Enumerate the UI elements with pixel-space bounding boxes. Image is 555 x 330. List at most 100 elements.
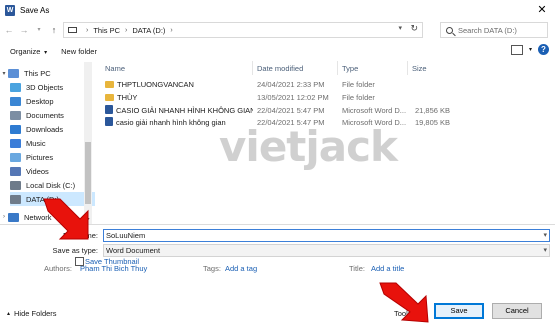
column-header-type[interactable]: Type [342, 60, 358, 76]
save-thumbnail-label[interactable]: Save Thumbnail [85, 257, 139, 266]
authors-label: Authors: [44, 264, 72, 273]
column-header-date[interactable]: Date modified [257, 60, 303, 76]
close-icon[interactable]: ✕ [535, 3, 549, 17]
chevron-up-icon: ▴ [7, 311, 11, 317]
help-icon[interactable]: ? [538, 44, 549, 55]
nav-item-documents[interactable]: Documents [10, 108, 95, 122]
file-row[interactable]: CASIO GIẢI NHANH HÌNH KHÔNG GIAN... 22/0… [97, 105, 537, 117]
videos-icon [10, 166, 21, 176]
hide-folders-label: Hide Folders [14, 309, 57, 318]
expand-chevron-icon[interactable]: › [0, 214, 8, 220]
up-arrow-icon[interactable]: ↑ [48, 24, 60, 36]
view-chevron-icon[interactable]: ▾ [529, 46, 532, 53]
window-title: Save As [20, 5, 50, 15]
drive-icon [10, 180, 21, 190]
organize-button[interactable]: Organize ▾ [10, 47, 47, 56]
column-header-size[interactable]: Size [412, 60, 427, 76]
music-icon [10, 138, 21, 148]
nav-item-videos[interactable]: Videos [10, 164, 95, 178]
nav-label: Local Disk (C:) [26, 180, 76, 190]
file-name: THÙY [117, 93, 138, 102]
file-name-cell: THÙY [105, 92, 253, 104]
nav-item-music[interactable]: Music [10, 136, 95, 150]
file-size: 21,856 KB [414, 106, 450, 115]
network-icon [8, 212, 19, 222]
title-label: Title: [349, 264, 365, 273]
nav-label: This PC [24, 68, 51, 78]
file-name-field[interactable]: SoLuuNiem ▾ [103, 229, 550, 242]
save-type-value: Word Document [106, 246, 161, 255]
nav-item-local-disk-c[interactable]: Local Disk (C:) [10, 178, 95, 192]
nav-label: Music [26, 138, 46, 148]
recent-locations-chevron-icon[interactable]: ▾ [33, 24, 45, 36]
watermark: vietjack [219, 122, 398, 171]
cancel-button[interactable]: Cancel [492, 303, 542, 319]
computer-icon [8, 68, 19, 78]
save-thumbnail-checkbox[interactable] [75, 257, 84, 266]
file-date: 22/04/2021 5:47 PM [257, 106, 325, 115]
nav-label: 3D Objects [26, 82, 64, 92]
breadcrumb-chevron-icon[interactable]: › [170, 27, 172, 34]
back-arrow-icon[interactable]: ← [3, 24, 15, 36]
arrow-shape [379, 282, 429, 323]
column-divider[interactable] [407, 61, 408, 75]
word-doc-icon [105, 105, 113, 114]
nav-label: Desktop [26, 96, 54, 106]
folder-icon [105, 81, 114, 88]
nav-item-desktop[interactable]: Desktop [10, 94, 95, 108]
file-name-cell: THPTLUONGVANCAN [105, 79, 253, 91]
nav-item-this-pc[interactable]: ▾ This PC [0, 66, 85, 80]
file-type: File folder [342, 80, 375, 89]
file-date: 13/05/2021 12:02 PM [257, 93, 329, 102]
red-arrow-file-name [43, 198, 89, 240]
title-bar: W Save As ✕ [0, 0, 555, 20]
tags-value[interactable]: Add a tag [225, 264, 257, 273]
view-options-icon[interactable] [510, 44, 523, 55]
address-row: ← → ▾ ↑ › This PC › DATA (D:) › ▾ ↻ Sear… [0, 20, 555, 40]
search-placeholder: Search DATA (D:) [458, 25, 517, 35]
organize-label: Organize [10, 46, 41, 56]
file-date: 24/04/2021 2:33 PM [257, 80, 325, 89]
this-pc-icon [68, 27, 77, 33]
title-value[interactable]: Add a title [371, 264, 404, 273]
new-folder-button[interactable]: New folder [61, 47, 97, 56]
chevron-down-icon[interactable]: ▾ [543, 245, 547, 256]
nav-label: Pictures [26, 152, 54, 162]
file-row[interactable]: THÙY 13/05/2021 12:02 PM File folder [97, 92, 537, 104]
hide-folders-button[interactable]: ▴ Hide Folders [7, 309, 57, 318]
column-divider[interactable] [252, 61, 253, 75]
refresh-icon[interactable]: ↻ [410, 23, 418, 34]
column-divider[interactable] [337, 61, 338, 75]
nav-item-pictures[interactable]: Pictures [10, 150, 95, 164]
breadcrumb-chevron-icon[interactable]: › [125, 27, 127, 34]
nav-item-downloads[interactable]: Downloads [10, 122, 95, 136]
address-dropdown-icon[interactable]: ▾ [398, 24, 402, 32]
breadcrumb-this-pc[interactable]: This PC [93, 26, 120, 35]
file-type: File folder [342, 93, 375, 102]
file-name: THPTLUONGVANCAN [117, 80, 194, 89]
breadcrumb-data-drive[interactable]: DATA (D:) [132, 26, 165, 35]
arrow-shape [43, 198, 89, 240]
breadcrumb-chevron-icon[interactable]: › [86, 27, 88, 34]
search-input[interactable]: Search DATA (D:) [440, 22, 548, 38]
save-button[interactable]: Save [434, 303, 484, 319]
word-app-icon: W [5, 4, 15, 16]
nav-item-3d-objects[interactable]: 3D Objects [10, 80, 95, 94]
expand-chevron-icon[interactable]: ▾ [0, 70, 8, 77]
column-header-name[interactable]: Name [105, 60, 125, 76]
downloads-icon [10, 124, 21, 134]
file-size [412, 79, 450, 91]
forward-arrow-icon[interactable]: → [18, 24, 30, 36]
chevron-down-icon[interactable]: ▾ [543, 230, 547, 241]
command-bar: Organize ▾ New folder ▾ ? [0, 42, 555, 60]
cube-icon [10, 82, 21, 92]
nav-label: Downloads [26, 124, 64, 134]
address-bar[interactable]: › This PC › DATA (D:) › ▾ ↻ [63, 22, 423, 38]
scrollbar-thumb[interactable] [85, 142, 91, 204]
nav-label: Videos [26, 166, 49, 176]
save-type-select[interactable]: Word Document ▾ [103, 244, 550, 257]
file-row[interactable]: THPTLUONGVANCAN 24/04/2021 2:33 PM File … [97, 79, 537, 91]
file-name-value: SoLuuNiem [106, 231, 146, 240]
drive-icon [10, 194, 21, 204]
search-icon [446, 26, 453, 34]
